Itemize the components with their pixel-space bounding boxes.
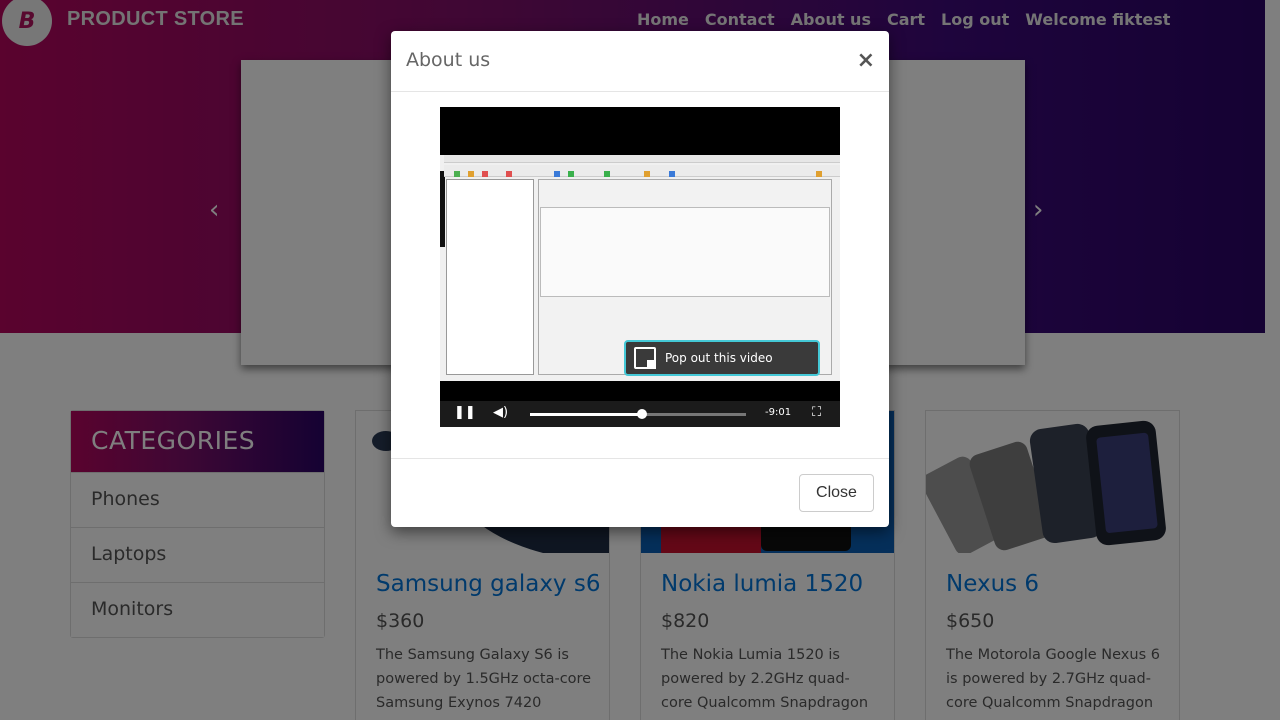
- popout-label: Pop out this video: [665, 351, 773, 365]
- modal-title: About us: [406, 49, 491, 71]
- about-us-modal: About us × Pop out this video ❚❚ ◀) -9:0…: [391, 31, 889, 527]
- fullscreen-icon[interactable]: ⛶: [812, 405, 821, 420]
- time-remaining: -9:01: [765, 407, 792, 418]
- volume-icon[interactable]: ◀): [493, 405, 508, 420]
- popout-icon: [634, 347, 656, 369]
- seek-handle[interactable]: [637, 409, 648, 419]
- modal-header: About us ×: [391, 31, 889, 92]
- close-icon[interactable]: ×: [857, 48, 875, 73]
- pause-icon[interactable]: ❚❚: [454, 405, 476, 420]
- close-button[interactable]: Close: [799, 474, 874, 512]
- video-frame: Pop out this video: [440, 155, 840, 381]
- video-controls: ❚❚ ◀) -9:01 ⛶: [440, 401, 840, 427]
- modal-footer: Close: [391, 458, 889, 527]
- popout-video-button[interactable]: Pop out this video: [624, 340, 820, 376]
- seek-bar[interactable]: [530, 409, 746, 419]
- video-player[interactable]: Pop out this video ❚❚ ◀) -9:01 ⛶: [440, 107, 840, 427]
